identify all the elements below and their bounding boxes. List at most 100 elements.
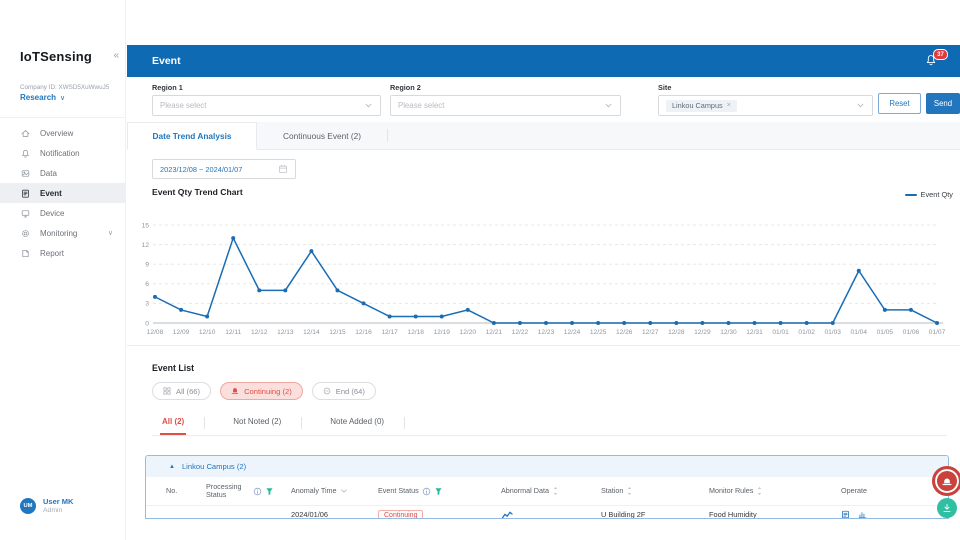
- info-icon: [253, 487, 262, 496]
- alarm-float-button[interactable]: [932, 466, 960, 496]
- org-selector[interactable]: Research ∨: [20, 93, 65, 102]
- note-icon[interactable]: [841, 510, 850, 518]
- svg-text:12: 12: [141, 242, 149, 249]
- sidebar-item-monitoring[interactable]: Monitoring ∨: [0, 223, 125, 243]
- svg-text:12/30: 12/30: [720, 329, 737, 336]
- sidebar: IoTSensing « Company ID: XWSD5XuWwuJ5 Re…: [0, 0, 126, 540]
- svg-text:12/12: 12/12: [251, 329, 268, 336]
- svg-text:0: 0: [145, 320, 149, 327]
- page-header: Event 37: [127, 45, 960, 77]
- tab-divider: [404, 416, 406, 429]
- sidebar-collapse-icon[interactable]: «: [113, 50, 119, 61]
- notification-badge: 37: [933, 49, 948, 60]
- note-tab-not-noted[interactable]: Not Noted (2): [231, 410, 283, 435]
- funnel-icon[interactable]: [265, 487, 274, 496]
- funnel-icon[interactable]: [434, 487, 443, 496]
- chevron-down-icon: [856, 101, 865, 110]
- chevron-down-icon: [364, 101, 373, 110]
- date-range-picker[interactable]: 2023/12/08 ~ 2024/01/07: [152, 159, 296, 179]
- sidebar-menu: Overview Notification Data Event Device Monit…: [0, 123, 125, 263]
- chip-all[interactable]: All (66): [152, 382, 212, 400]
- chip-close-icon[interactable]: ×: [727, 102, 731, 109]
- note-tab-all[interactable]: All (2): [160, 410, 187, 435]
- company-id: Company ID: XWSD5XuWwuJ5: [20, 84, 110, 91]
- sort-icon[interactable]: [552, 486, 559, 496]
- site-chip: Linkou Campus ×: [666, 99, 737, 112]
- column-header-monitor-rules: Monitor Rules: [709, 486, 833, 496]
- user-block[interactable]: UM User MK Admin: [20, 497, 73, 516]
- sidebar-item-notification[interactable]: Notification: [0, 143, 125, 163]
- alarm-icon: [231, 387, 239, 395]
- cell-operate: [833, 510, 946, 518]
- svg-text:12/31: 12/31: [746, 329, 763, 336]
- cell-anomaly-time: 2024/01/06: [291, 510, 328, 519]
- svg-text:12/14: 12/14: [303, 329, 320, 336]
- chip-label: End (64): [335, 386, 365, 396]
- user-role: Admin: [43, 506, 63, 514]
- section-divider: [127, 345, 960, 346]
- chevron-down-icon: [604, 101, 613, 110]
- site-select[interactable]: Linkou Campus ×: [658, 95, 873, 116]
- sidebar-item-device[interactable]: Device: [0, 203, 125, 223]
- download-icon: [942, 503, 952, 513]
- region1-select[interactable]: Please select: [152, 95, 381, 116]
- monitor-icon: [20, 208, 31, 219]
- download-float-button[interactable]: [937, 498, 957, 518]
- info-icon: [422, 487, 431, 496]
- chart-legend[interactable]: Event Qty: [904, 190, 953, 199]
- column-label: No.: [166, 485, 178, 495]
- sort-icon[interactable]: [626, 486, 633, 496]
- column-label: Abnormal Data: [501, 485, 549, 495]
- chip-continuing[interactable]: Continuing (2): [220, 382, 303, 400]
- sidebar-item-label: Event: [40, 188, 62, 198]
- svg-text:12/24: 12/24: [564, 329, 581, 336]
- table-row[interactable]: 2024/01/06 Continuing U Building 2F Food…: [146, 506, 948, 519]
- cell-station: U Building 2F: [601, 510, 646, 519]
- report-icon: [20, 248, 31, 259]
- svg-text:9: 9: [145, 262, 149, 269]
- column-label: Station: [601, 485, 624, 495]
- table-group-row[interactable]: ▲ Linkou Campus (2): [146, 456, 948, 477]
- column-header-processing-status: Processing Status: [206, 482, 291, 500]
- svg-text:12/10: 12/10: [199, 329, 216, 336]
- tab-date-trend-analysis[interactable]: Date Trend Analysis: [127, 122, 257, 150]
- svg-text:3: 3: [145, 301, 149, 308]
- app-logo: IoTSensing: [20, 49, 93, 64]
- svg-text:12/11: 12/11: [225, 329, 241, 336]
- legend-line-icon: [904, 193, 917, 196]
- caret-icon: [340, 487, 348, 495]
- chip-end[interactable]: End (64): [311, 382, 376, 400]
- chart-icon[interactable]: [858, 510, 867, 518]
- sort-icon[interactable]: [756, 486, 763, 496]
- sidebar-item-data[interactable]: Data: [0, 163, 125, 183]
- note-tab-note-added[interactable]: Note Added (0): [328, 410, 386, 435]
- region2-select[interactable]: Please select: [390, 95, 621, 116]
- svg-text:12/21: 12/21: [486, 329, 503, 336]
- tab-continuous-event[interactable]: Continuous Event (2): [257, 122, 387, 149]
- svg-text:12/29: 12/29: [694, 329, 711, 336]
- table-header-row: No. Processing Status Anomaly Time Event St…: [146, 477, 948, 506]
- column-header-abnormal-data: Abnormal Data: [501, 486, 591, 496]
- sidebar-item-overview[interactable]: Overview: [0, 123, 125, 143]
- svg-text:01/02: 01/02: [798, 329, 815, 336]
- svg-text:12/20: 12/20: [460, 329, 477, 336]
- avatar: UM: [20, 498, 36, 515]
- main-area: Event 37 Region 1 Please select Region 2…: [127, 0, 960, 540]
- send-button[interactable]: Send: [926, 93, 960, 114]
- date-range-value: 2023/12/08 ~ 2024/01/07: [160, 164, 243, 174]
- reset-button[interactable]: Reset: [878, 93, 921, 114]
- svg-text:12/26: 12/26: [616, 329, 633, 336]
- svg-text:12/08: 12/08: [147, 329, 164, 336]
- svg-text:12/22: 12/22: [512, 329, 529, 336]
- svg-text:12/17: 12/17: [381, 329, 398, 336]
- sidebar-item-report[interactable]: Report: [0, 243, 125, 263]
- sidebar-item-event[interactable]: Event: [0, 183, 125, 203]
- event-list-title: Event List: [152, 363, 195, 373]
- svg-text:01/04: 01/04: [851, 329, 868, 336]
- status-tag: Continuing: [378, 510, 424, 518]
- sidebar-item-label: Data: [40, 168, 57, 178]
- cell-abnormal-data[interactable]: [501, 510, 591, 518]
- cell-monitor-rules: Food Humidity: [709, 510, 757, 519]
- svg-text:01/01: 01/01: [772, 329, 789, 336]
- notification-bell-button[interactable]: 37: [924, 49, 948, 69]
